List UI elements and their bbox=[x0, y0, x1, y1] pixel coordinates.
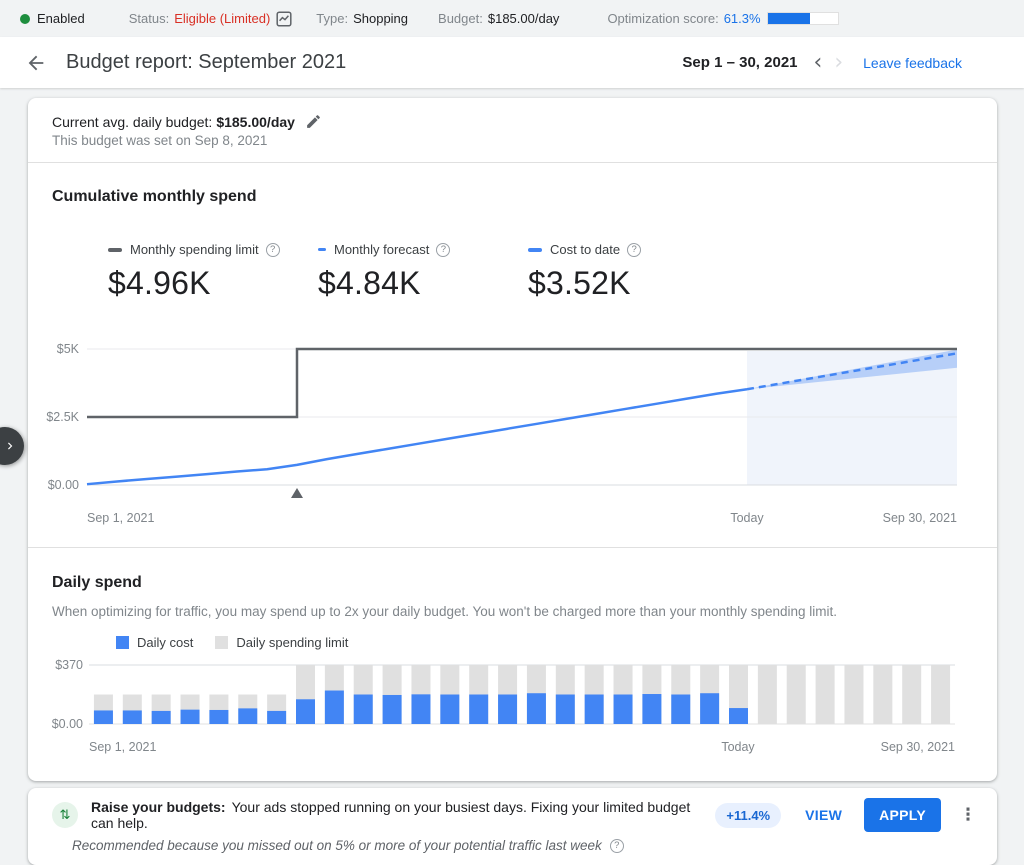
campaign-status-bar: Enabled Status: Eligible (Limited) Type:… bbox=[0, 0, 1024, 37]
status-label: Status: bbox=[129, 11, 169, 26]
x-axis-label-start: Sep 1, 2021 bbox=[89, 740, 156, 754]
budget-summary-label: Current avg. daily budget: bbox=[52, 114, 212, 130]
daily-heading: Daily spend bbox=[52, 574, 973, 592]
help-icon[interactable] bbox=[627, 243, 641, 257]
enabled-label: Enabled bbox=[37, 11, 85, 26]
back-button[interactable] bbox=[22, 49, 50, 77]
type-group: Type: Shopping bbox=[316, 11, 408, 26]
budget-value: $185.00/day bbox=[488, 11, 560, 26]
daily-legend: Daily cost Daily spending limit bbox=[116, 635, 997, 650]
type-label: Type: bbox=[316, 11, 348, 26]
kpi-label: Monthly spending limit bbox=[130, 242, 259, 257]
budget-set-note: This budget was set on Sep 8, 2021 bbox=[52, 133, 973, 148]
legend-daily-spending-limit: Daily spending limit bbox=[215, 635, 348, 650]
budget-group: Budget: $185.00/day bbox=[438, 11, 559, 26]
kpi-label: Cost to date bbox=[550, 242, 620, 257]
cumulative-section: Cumulative monthly spend Monthly spendin… bbox=[28, 163, 997, 548]
uplift-badge: +11.4% bbox=[715, 803, 781, 828]
header-right: Sep 1 – 30, 2021 ‹ › Leave feedback bbox=[682, 52, 1004, 74]
status-group: Status: Eligible (Limited) bbox=[129, 11, 293, 27]
kpi-row: Monthly spending limit $4.96K Monthly fo… bbox=[108, 242, 997, 302]
panel-expander-button[interactable] bbox=[0, 427, 24, 465]
arrow-left-icon bbox=[25, 52, 47, 74]
raise-budgets-icon bbox=[52, 802, 78, 828]
kpi-monthly-forecast: Monthly forecast $4.84K bbox=[318, 242, 528, 302]
svg-text:$5K: $5K bbox=[57, 342, 80, 356]
legend-daily-cost: Daily cost bbox=[116, 635, 193, 650]
daily-cost-swatch-icon bbox=[116, 636, 129, 649]
edit-budget-button[interactable] bbox=[305, 113, 322, 130]
kpi-cost-to-date: Cost to date $3.52K bbox=[528, 242, 738, 302]
optimization-label: Optimization score: bbox=[607, 11, 718, 26]
daily-chart-svg: $370 $0.00 bbox=[28, 658, 997, 758]
date-range[interactable]: Sep 1 – 30, 2021 bbox=[682, 54, 797, 71]
daily-limit-swatch-icon bbox=[215, 636, 228, 649]
optimization-progress-fill bbox=[768, 13, 811, 24]
leave-feedback-link[interactable]: Leave feedback bbox=[863, 55, 962, 71]
optimization-score-group: Optimization score: 61.3% bbox=[607, 11, 838, 26]
pencil-icon bbox=[305, 113, 322, 130]
report-header: Budget report: September 2021 Sep 1 – 30… bbox=[0, 37, 1024, 88]
optimization-value: 61.3% bbox=[724, 11, 761, 26]
svg-text:$0.00: $0.00 bbox=[48, 478, 79, 492]
kpi-label: Monthly forecast bbox=[334, 242, 429, 257]
budget-summary: Current avg. daily budget: $185.00/day T… bbox=[28, 98, 997, 163]
status-history-chart-icon[interactable] bbox=[276, 11, 292, 27]
enabled-status: Enabled bbox=[20, 11, 85, 26]
legend-label: Daily spending limit bbox=[236, 635, 348, 650]
help-icon[interactable] bbox=[436, 243, 450, 257]
budget-summary-value: $185.00/day bbox=[216, 114, 295, 130]
cumulative-chart: $5K $2.5K $0.00 Sep 1, 2021 Today Sep 30, … bbox=[28, 332, 997, 527]
help-icon[interactable] bbox=[266, 243, 280, 257]
recommendation-card: Raise your budgets:Your ads stopped runn… bbox=[28, 788, 997, 865]
type-value: Shopping bbox=[353, 11, 408, 26]
x-axis-label-start: Sep 1, 2021 bbox=[87, 511, 154, 525]
overflow-menu-button[interactable] bbox=[957, 805, 979, 825]
x-axis-label-end: Sep 30, 2021 bbox=[881, 740, 955, 754]
kpi-value: $3.52K bbox=[528, 265, 738, 302]
kpi-value: $4.96K bbox=[108, 265, 318, 302]
view-button[interactable]: VIEW bbox=[805, 807, 842, 823]
recommendation-footnote: Recommended because you missed out on 5%… bbox=[72, 838, 602, 853]
svg-text:$0.00: $0.00 bbox=[52, 717, 83, 731]
cumulative-chart-svg: $5K $2.5K $0.00 bbox=[28, 332, 997, 527]
budget-report-card: Current avg. daily budget: $185.00/day T… bbox=[28, 98, 997, 781]
x-axis-label-today: Today bbox=[721, 740, 754, 754]
cost-marker-icon bbox=[528, 248, 542, 252]
page-title: Budget report: September 2021 bbox=[66, 51, 346, 74]
chevron-right-icon bbox=[3, 439, 17, 453]
recommendation-title: Raise your budgets: bbox=[91, 799, 226, 815]
optimization-progress bbox=[767, 12, 839, 25]
enabled-dot-icon bbox=[20, 14, 30, 24]
daily-description: When optimizing for traffic, you may spe… bbox=[52, 604, 973, 619]
chevron-left-icon[interactable]: ‹ bbox=[808, 52, 829, 74]
legend-label: Daily cost bbox=[137, 635, 193, 650]
svg-text:$370: $370 bbox=[55, 658, 83, 672]
cumulative-heading: Cumulative monthly spend bbox=[52, 188, 973, 206]
kpi-value: $4.84K bbox=[318, 265, 528, 302]
apply-button[interactable]: APPLY bbox=[864, 798, 941, 832]
chevron-right-icon[interactable]: › bbox=[828, 52, 849, 74]
status-value: Eligible (Limited) bbox=[174, 11, 270, 26]
svg-text:$2.5K: $2.5K bbox=[46, 410, 79, 424]
daily-section: Daily spend When optimizing for traffic,… bbox=[28, 548, 997, 758]
footnote-help-icon[interactable] bbox=[610, 839, 624, 853]
kpi-monthly-spending-limit: Monthly spending limit $4.96K bbox=[108, 242, 318, 302]
spending-limit-marker-icon bbox=[108, 248, 122, 252]
daily-chart: $370 $0.00 Sep 1, 2021 Today Sep 30, 2021 bbox=[28, 658, 997, 758]
budget-label: Budget: bbox=[438, 11, 483, 26]
x-axis-label-today: Today bbox=[730, 511, 763, 525]
x-axis-label-end: Sep 30, 2021 bbox=[883, 511, 957, 525]
forecast-marker-icon bbox=[318, 248, 326, 251]
